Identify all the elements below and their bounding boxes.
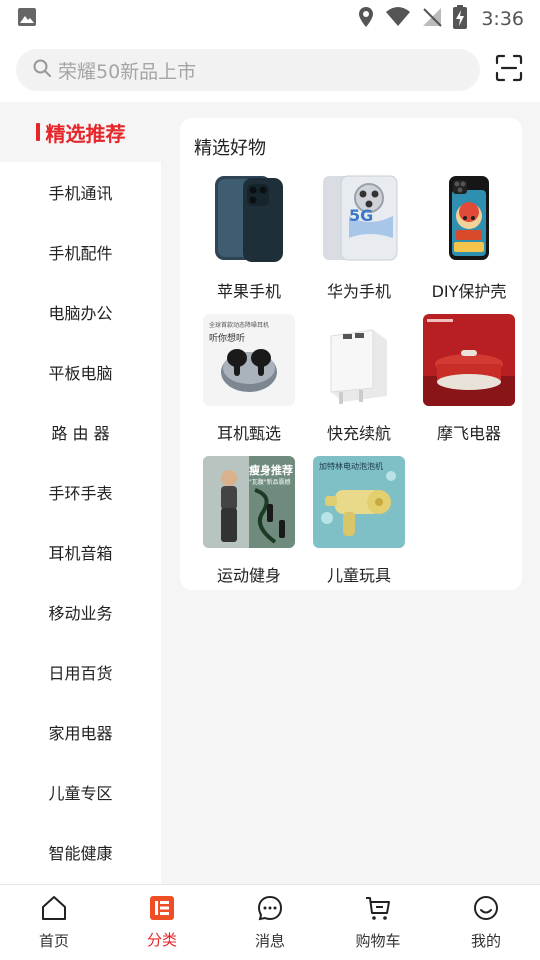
sidebar-item-label: 手环手表 [48,484,113,503]
grid-item-huawei-phone[interactable]: 5G 华为手机 [304,172,414,302]
sidebar-item-label: 精选推荐 [45,121,126,146]
wifi-icon [385,6,411,32]
cart-icon [364,894,392,926]
search-bar: 荣耀50新品上市 [0,38,540,102]
sidebar-item-tablets[interactable]: 平板电脑 [0,342,161,402]
sidebar-item-computers[interactable]: 电脑办公 [0,282,161,342]
tab-home[interactable]: 首页 [14,894,94,951]
item-label: 运动健身 [216,566,281,585]
tab-label: 我的 [470,932,501,950]
search-icon [32,58,52,82]
message-icon [256,894,284,926]
sidebar-item-appliances[interactable]: 家用电器 [0,702,161,762]
search-placeholder: 荣耀50新品上市 [58,60,197,83]
grid-item-fitness[interactable]: 瘦身推荐 "瓦腹"新品震撼 运动健身 [194,456,304,586]
sidebar-item-label: 移动业务 [48,604,113,623]
sidebar-item-label: 家用电器 [48,724,113,743]
morphy-appliance-image [423,314,515,406]
tab-category[interactable]: 分类 [122,895,202,950]
item-label: DIY保护壳 [431,282,507,301]
earbuds-image: 全球首款动态降噪耳机 听你想听 [203,314,295,406]
tab-profile[interactable]: 我的 [446,894,526,951]
grid-item-kids-toys[interactable]: 加特林电动泡泡机 儿童玩具 [304,456,414,586]
item-label: 耳机甄选 [216,424,281,443]
tab-messages[interactable]: 消息 [230,894,310,951]
no-signal-icon [421,6,443,32]
profile-icon [472,894,500,926]
sidebar-item-label: 儿童专区 [48,784,113,803]
status-bar: 3:36 [0,0,540,38]
sidebar-item-daily-goods[interactable]: 日用百货 [0,642,161,702]
location-icon [357,6,375,32]
sidebar-item-label: 手机通讯 [48,184,113,203]
apple-phone-image [203,172,295,264]
tab-label: 购物车 [355,932,401,950]
sidebar-item-phones[interactable]: 手机通讯 [0,162,161,222]
item-label: 华为手机 [326,282,391,301]
sidebar-item-label: 电脑办公 [48,304,113,323]
category-icon [149,895,175,925]
category-sidebar: 精选推荐 手机通讯 手机配件 电脑办公 平板电脑 路 由 器 手环手表 耳机音箱… [0,102,161,884]
sidebar-item-label: 路 由 器 [51,424,110,443]
kids-toys-image: 加特林电动泡泡机 [313,456,405,548]
sidebar-item-phone-accessories[interactable]: 手机配件 [0,222,161,282]
bottom-tab-bar: 首页 分类 消息 购物车 我的 [0,884,540,960]
grid-item-morphy-appliance[interactable]: 摩飞电器 [414,314,524,444]
sidebar-item-audio[interactable]: 耳机音箱 [0,522,161,582]
home-icon [40,894,68,926]
tab-cart[interactable]: 购物车 [338,894,418,951]
grid-item-charger[interactable]: 快充续航 [304,314,414,444]
fitness-caption-title: 瘦身推荐 [249,464,293,477]
sidebar-item-featured[interactable]: 精选推荐 [0,102,161,162]
toys-caption: 加特林电动泡泡机 [319,462,383,471]
tab-label: 分类 [146,931,177,949]
diy-case-image [423,172,515,264]
sidebar-item-mobile-services[interactable]: 移动业务 [0,582,161,642]
grid-item-diy-case[interactable]: DIY保护壳 [414,172,524,302]
image-icon [16,6,38,32]
search-input[interactable]: 荣耀50新品上市 [16,49,480,91]
sidebar-item-label: 日用百货 [48,664,113,683]
fitness-caption-sub: "瓦腹"新品震撼 [249,479,291,486]
sidebar-item-label: 耳机音箱 [48,544,113,563]
battery-charging-icon [453,5,468,33]
tab-label: 首页 [38,932,69,950]
item-label: 苹果手机 [216,282,281,301]
active-indicator [35,123,40,141]
status-time: 3:36 [481,8,524,30]
tab-label: 消息 [254,932,285,950]
sidebar-item-label: 平板电脑 [48,364,113,383]
sidebar-item-wearables[interactable]: 手环手表 [0,462,161,522]
item-label: 摩飞电器 [436,424,501,443]
sidebar-item-kids[interactable]: 儿童专区 [0,762,161,822]
featured-goods-card: 精选好物 苹果手机 5G 华为手机 DIY保护壳 全球首款动态降噪耳机 听你想听… [180,118,522,590]
item-label: 快充续航 [326,424,391,443]
sidebar-item-label: 智能健康 [48,844,113,863]
5g-badge: 5G [349,206,374,225]
item-label: 儿童玩具 [326,566,391,585]
sidebar-item-routers[interactable]: 路 由 器 [0,402,161,462]
fitness-image: 瘦身推荐 "瓦腹"新品震撼 [203,456,295,548]
card-title: 精选好物 [194,138,266,159]
grid-item-earbuds[interactable]: 全球首款动态降噪耳机 听你想听 耳机甄选 [194,314,304,444]
sidebar-item-label: 手机配件 [48,244,113,263]
sidebar-item-health[interactable]: 智能健康 [0,822,161,882]
grid-item-apple-phone[interactable]: 苹果手机 [194,172,304,302]
product-grid: 苹果手机 5G 华为手机 DIY保护壳 全球首款动态降噪耳机 听你想听 耳机甄选… [194,172,515,586]
earbuds-caption-2: 听你想听 [209,334,246,344]
scan-button[interactable] [494,54,524,86]
huawei-phone-image: 5G [313,172,405,264]
charger-image [313,314,405,406]
scan-icon [495,54,523,86]
earbuds-caption-1: 全球首款动态降噪耳机 [209,322,270,329]
